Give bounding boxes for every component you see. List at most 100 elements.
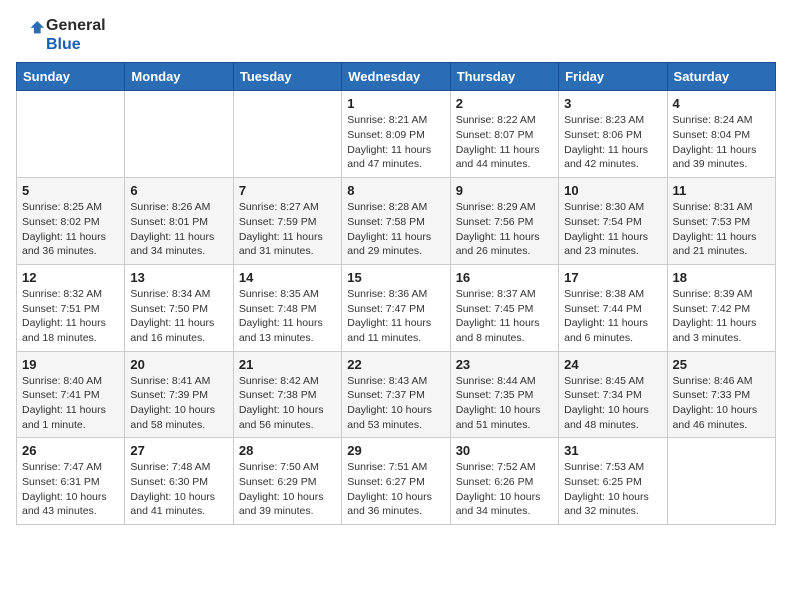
logo-text: General Blue [46,16,106,54]
logo-blue: Blue [46,36,81,53]
day-number: 1 [347,96,444,111]
day-info: Sunrise: 8:39 AM Sunset: 7:42 PM Dayligh… [673,287,770,346]
day-number: 15 [347,270,444,285]
day-number: 2 [456,96,553,111]
day-info: Sunrise: 8:22 AM Sunset: 8:07 PM Dayligh… [456,113,553,172]
day-number: 18 [673,270,770,285]
weekday-header-saturday: Saturday [667,63,775,91]
day-number: 11 [673,183,770,198]
day-number: 24 [564,357,661,372]
day-cell-19: 19 Sunrise: 8:40 AM Sunset: 7:41 PM Dayli… [17,351,125,438]
day-number: 10 [564,183,661,198]
day-number: 20 [130,357,227,372]
logo-icon [16,16,44,44]
day-number: 28 [239,443,336,458]
day-number: 22 [347,357,444,372]
day-cell-26: 26 Sunrise: 7:47 AM Sunset: 6:31 PM Dayli… [17,438,125,525]
day-info: Sunrise: 8:25 AM Sunset: 8:02 PM Dayligh… [22,200,119,259]
day-number: 12 [22,270,119,285]
day-number: 30 [456,443,553,458]
day-info: Sunrise: 8:29 AM Sunset: 7:56 PM Dayligh… [456,200,553,259]
day-cell-10: 10 Sunrise: 8:30 AM Sunset: 7:54 PM Dayli… [559,178,667,265]
day-info: Sunrise: 8:44 AM Sunset: 7:35 PM Dayligh… [456,374,553,433]
day-cell-1: 1 Sunrise: 8:21 AM Sunset: 8:09 PM Daylig… [342,91,450,178]
day-cell-29: 29Sunrise: 7:51 AM Sunset: 6:27 PM Dayli… [342,438,450,525]
day-info: Sunrise: 8:24 AM Sunset: 8:04 PM Dayligh… [673,113,770,172]
weekday-header-wednesday: Wednesday [342,63,450,91]
day-cell-8: 8 Sunrise: 8:28 AM Sunset: 7:58 PM Daylig… [342,178,450,265]
day-info: Sunrise: 8:36 AM Sunset: 7:47 PM Dayligh… [347,287,444,346]
day-cell-2: 2 Sunrise: 8:22 AM Sunset: 8:07 PM Daylig… [450,91,558,178]
day-info: Sunrise: 8:35 AM Sunset: 7:48 PM Dayligh… [239,287,336,346]
day-cell-28: 28 Sunrise: 7:50 AM Sunset: 6:29 PM Dayli… [233,438,341,525]
day-cell-4: 4 Sunrise: 8:24 AM Sunset: 8:04 PM Daylig… [667,91,775,178]
day-cell-11: 11 Sunrise: 8:31 AM Sunset: 7:53 PM Dayli… [667,178,775,265]
day-cell-16: 16Sunrise: 8:37 AM Sunset: 7:45 PM Dayli… [450,264,558,351]
day-info: Sunrise: 7:50 AM Sunset: 6:29 PM Dayligh… [239,460,336,519]
day-number: 17 [564,270,661,285]
day-number: 7 [239,183,336,198]
day-number: 27 [130,443,227,458]
day-cell-31: 31 Sunrise: 7:53 AM Sunset: 6:25 PM Dayli… [559,438,667,525]
day-number: 19 [22,357,119,372]
day-number: 21 [239,357,336,372]
day-number: 14 [239,270,336,285]
day-info: Sunrise: 8:23 AM Sunset: 8:06 PM Dayligh… [564,113,661,172]
day-cell-6: 6 Sunrise: 8:26 AM Sunset: 8:01 PM Daylig… [125,178,233,265]
day-cell-empty [17,91,125,178]
day-info: Sunrise: 7:47 AM Sunset: 6:31 PM Dayligh… [22,460,119,519]
day-info: Sunrise: 8:31 AM Sunset: 7:53 PM Dayligh… [673,200,770,259]
day-info: Sunrise: 7:52 AM Sunset: 6:26 PM Dayligh… [456,460,553,519]
day-number: 4 [673,96,770,111]
day-cell-12: 12 Sunrise: 8:32 AM Sunset: 7:51 PM Dayli… [17,264,125,351]
weekday-header-thursday: Thursday [450,63,558,91]
day-info: Sunrise: 7:53 AM Sunset: 6:25 PM Dayligh… [564,460,661,519]
day-info: Sunrise: 8:41 AM Sunset: 7:39 PM Dayligh… [130,374,227,433]
day-info: Sunrise: 8:21 AM Sunset: 8:09 PM Dayligh… [347,113,444,172]
weekday-header-sunday: Sunday [17,63,125,91]
day-cell-3: 3Sunrise: 8:23 AM Sunset: 8:06 PM Daylig… [559,91,667,178]
day-cell-empty [125,91,233,178]
day-cell-27: 27 Sunrise: 7:48 AM Sunset: 6:30 PM Dayli… [125,438,233,525]
day-cell-empty [667,438,775,525]
logo: General Blue [16,16,106,54]
day-info: Sunrise: 8:40 AM Sunset: 7:41 PM Dayligh… [22,374,119,433]
day-number: 25 [673,357,770,372]
day-info: Sunrise: 8:32 AM Sunset: 7:51 PM Dayligh… [22,287,119,346]
day-cell-18: 18 Sunrise: 8:39 AM Sunset: 7:42 PM Dayli… [667,264,775,351]
week-row-3: 12 Sunrise: 8:32 AM Sunset: 7:51 PM Dayli… [17,264,776,351]
day-cell-20: 20 Sunrise: 8:41 AM Sunset: 7:39 PM Dayli… [125,351,233,438]
day-info: Sunrise: 8:26 AM Sunset: 8:01 PM Dayligh… [130,200,227,259]
day-info: Sunrise: 7:48 AM Sunset: 6:30 PM Dayligh… [130,460,227,519]
day-cell-30: 30 Sunrise: 7:52 AM Sunset: 6:26 PM Dayli… [450,438,558,525]
day-cell-22: 22 Sunrise: 8:43 AM Sunset: 7:37 PM Dayli… [342,351,450,438]
day-number: 6 [130,183,227,198]
day-info: Sunrise: 8:45 AM Sunset: 7:34 PM Dayligh… [564,374,661,433]
day-number: 5 [22,183,119,198]
day-info: Sunrise: 8:28 AM Sunset: 7:58 PM Dayligh… [347,200,444,259]
day-number: 8 [347,183,444,198]
day-cell-21: 21 Sunrise: 8:42 AM Sunset: 7:38 PM Dayli… [233,351,341,438]
day-number: 31 [564,443,661,458]
day-number: 23 [456,357,553,372]
day-cell-23: 23 Sunrise: 8:44 AM Sunset: 7:35 PM Dayli… [450,351,558,438]
day-info: Sunrise: 8:27 AM Sunset: 7:59 PM Dayligh… [239,200,336,259]
day-cell-13: 13Sunrise: 8:34 AM Sunset: 7:50 PM Dayli… [125,264,233,351]
day-number: 16 [456,270,553,285]
day-number: 29 [347,443,444,458]
day-info: Sunrise: 8:43 AM Sunset: 7:37 PM Dayligh… [347,374,444,433]
day-cell-25: 25Sunrise: 8:46 AM Sunset: 7:33 PM Dayli… [667,351,775,438]
day-info: Sunrise: 8:30 AM Sunset: 7:54 PM Dayligh… [564,200,661,259]
calendar-table: SundayMondayTuesdayWednesdayThursdayFrid… [16,62,776,525]
day-number: 9 [456,183,553,198]
weekday-header-friday: Friday [559,63,667,91]
day-cell-5: 5 Sunrise: 8:25 AM Sunset: 8:02 PM Daylig… [17,178,125,265]
day-info: Sunrise: 8:38 AM Sunset: 7:44 PM Dayligh… [564,287,661,346]
day-number: 26 [22,443,119,458]
day-cell-17: 17 Sunrise: 8:38 AM Sunset: 7:44 PM Dayli… [559,264,667,351]
weekday-header-row: SundayMondayTuesdayWednesdayThursdayFrid… [17,63,776,91]
day-info: Sunrise: 8:42 AM Sunset: 7:38 PM Dayligh… [239,374,336,433]
weekday-header-monday: Monday [125,63,233,91]
day-info: Sunrise: 8:34 AM Sunset: 7:50 PM Dayligh… [130,287,227,346]
day-cell-7: 7 Sunrise: 8:27 AM Sunset: 7:59 PM Daylig… [233,178,341,265]
